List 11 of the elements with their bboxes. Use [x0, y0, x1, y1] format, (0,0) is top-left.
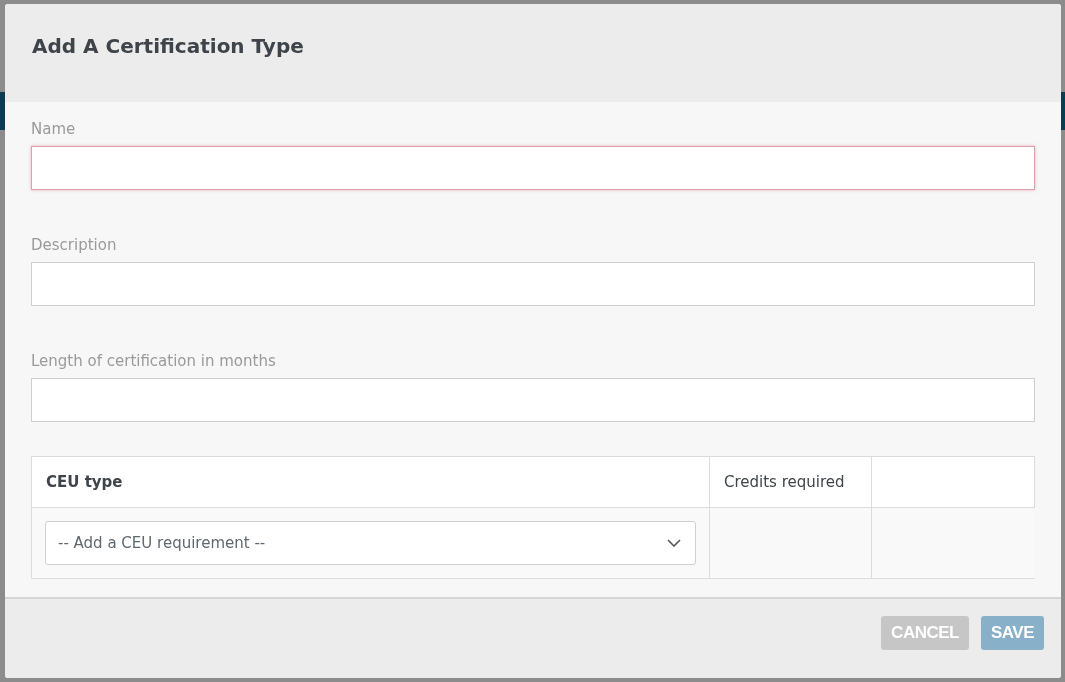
column-header: Credits required — [710, 457, 872, 508]
ceu-select[interactable]: -- Add a CEU requirement -- — [45, 521, 696, 565]
input-field[interactable] — [31, 262, 1035, 306]
input-field[interactable] — [31, 146, 1035, 190]
field-label: Description — [31, 236, 118, 254]
chevron-down-icon — [667, 539, 681, 547]
dialog-title: Add A Certification Type — [32, 34, 304, 58]
field-label: Length of certification in months — [31, 352, 277, 370]
input-field[interactable] — [31, 378, 1035, 422]
column-header: CEU type — [32, 457, 710, 508]
field-label: Name — [31, 120, 77, 138]
